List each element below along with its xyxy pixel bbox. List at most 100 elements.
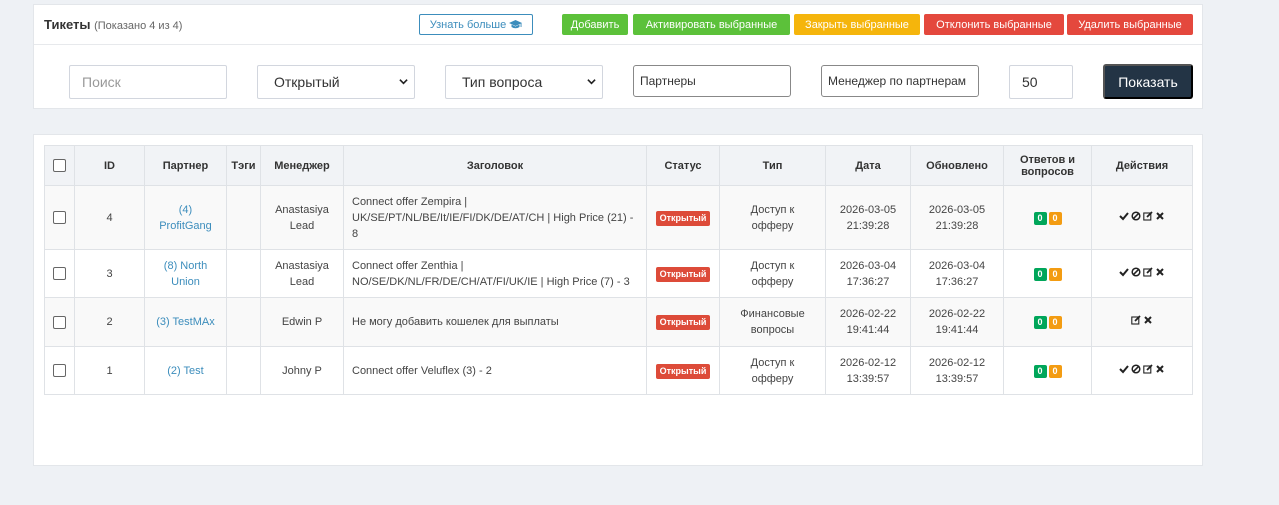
table-row: 4 (4) ProfitGang Anastasiya Lead Connect o… — [44, 185, 1193, 250]
ticket-title[interactable]: Connect offer Veluflex (3) - 2 — [343, 346, 647, 395]
ban-icon[interactable] — [1131, 210, 1141, 221]
status-select-value: Открытый — [274, 74, 340, 90]
add-button[interactable]: Добавить — [562, 14, 628, 35]
questions-count-badge: 0 — [1048, 211, 1062, 225]
answers-count-badge: 0 — [1033, 316, 1047, 329]
manager-cell: Johny P — [260, 346, 344, 395]
ban-icon[interactable] — [1131, 266, 1141, 277]
row-checkbox[interactable] — [53, 211, 66, 225]
close-icon[interactable] — [1143, 315, 1153, 325]
edit-icon[interactable] — [1143, 266, 1153, 277]
edit-icon[interactable] — [1131, 315, 1141, 325]
partner-link[interactable]: (2) Test — [167, 365, 203, 377]
date-cell: 2026-02-22 19:41:44 — [825, 297, 911, 347]
show-button[interactable]: Показать — [1103, 64, 1193, 99]
updated-line2: 21:39:28 — [935, 219, 979, 232]
select-all-checkbox[interactable] — [53, 159, 66, 172]
col-date[interactable]: Дата — [825, 145, 911, 186]
type-line2: вопросы — [750, 324, 795, 336]
edit-icon[interactable] — [1143, 210, 1153, 221]
col-replies[interactable]: Ответов и вопросов — [1003, 145, 1092, 186]
search-input[interactable]: Поиск — [69, 65, 227, 99]
col-updated[interactable]: Обновлено — [910, 145, 1004, 186]
updated-line1: 2026-03-05 — [928, 203, 986, 216]
row-select-cell — [44, 185, 75, 250]
reject-selected-button[interactable]: Отклонить выбранные — [924, 14, 1064, 35]
updated-cell: 2026-02-22 19:41:44 — [910, 297, 1004, 347]
tickets-count: (Показано 4 из 4) — [94, 20, 183, 32]
col-status[interactable]: Статус — [646, 145, 720, 186]
answers-count-badge: 0 — [1033, 364, 1047, 378]
col-tags[interactable]: Тэги — [226, 145, 261, 186]
questions-count-badge: 0 — [1048, 316, 1062, 329]
manager-line2: Lead — [289, 275, 315, 288]
row-select-cell — [44, 297, 75, 347]
question-type-select[interactable]: Тип вопроса — [445, 65, 603, 99]
learn-more-button[interactable]: Узнать больше — [419, 14, 533, 35]
status-cell: Открытый — [646, 185, 720, 250]
questions-count-badge: 0 — [1048, 364, 1062, 378]
close-icon[interactable] — [1155, 267, 1165, 277]
date-line2: 17:36:27 — [846, 275, 890, 288]
tickets-table-panel: ID Партнер Тэги Менеджер Заголовок Стату… — [33, 134, 1203, 466]
type-line1: Доступ к — [750, 356, 795, 369]
actions-cell — [1091, 185, 1193, 250]
limit-input[interactable]: 50 — [1009, 65, 1073, 99]
partner-cell: (8) North Union — [144, 249, 227, 298]
row-checkbox[interactable] — [53, 267, 66, 281]
actions-cell — [1091, 297, 1193, 347]
date-cell: 2026-02-12 13:39:57 — [825, 346, 911, 395]
check-icon[interactable] — [1119, 267, 1129, 277]
row-checkbox[interactable] — [53, 315, 66, 329]
col-manager[interactable]: Менеджер — [260, 145, 344, 186]
manager-line1: Anastasiya — [275, 203, 329, 216]
updated-line1: 2026-02-22 — [928, 308, 986, 320]
replies-cell: 00 — [1003, 346, 1092, 395]
type-cell: Доступ к офферу — [719, 249, 826, 298]
ticket-title[interactable]: Connect offer Zempira | UK/SE/PT/NL/BE/I… — [343, 185, 647, 250]
col-id[interactable]: ID — [74, 145, 145, 186]
partners-input[interactable]: Партнеры — [633, 65, 791, 97]
col-type[interactable]: Тип — [719, 145, 826, 186]
ticket-title[interactable]: Connect offer Zenthia | NO/SE/DK/NL/FR/D… — [343, 249, 647, 298]
close-icon[interactable] — [1155, 211, 1165, 221]
ban-icon[interactable] — [1131, 363, 1141, 374]
date-line2: 19:41:44 — [846, 324, 890, 336]
manager-input[interactable]: Менеджер по партнерам — [821, 65, 979, 97]
delete-selected-button[interactable]: Удалить выбранные — [1067, 14, 1193, 35]
check-icon[interactable] — [1119, 364, 1129, 374]
status-cell: Открытый — [646, 346, 720, 395]
close-icon[interactable] — [1155, 364, 1165, 374]
partner-link[interactable]: (4) ProfitGang — [159, 204, 212, 232]
type-line2: офферу — [751, 275, 794, 288]
col-partner[interactable]: Партнер — [144, 145, 227, 186]
partner-link[interactable]: (8) North Union — [164, 260, 207, 288]
answers-count-badge: 0 — [1033, 211, 1047, 225]
edit-icon[interactable] — [1143, 363, 1153, 374]
updated-cell: 2026-02-12 13:39:57 — [910, 346, 1004, 395]
partner-link[interactable]: (3) TestMAx — [156, 316, 214, 328]
status-badge: Открытый — [655, 363, 711, 379]
row-checkbox[interactable] — [53, 364, 66, 378]
col-title[interactable]: Заголовок — [343, 145, 647, 186]
chevron-down-icon — [399, 79, 408, 85]
status-select[interactable]: Открытый — [257, 65, 415, 99]
check-icon[interactable] — [1119, 211, 1129, 221]
page-title: Тикеты (Показано 4 из 4) — [44, 17, 182, 32]
date-line1: 2026-03-05 — [839, 203, 897, 216]
tags-cell — [226, 297, 261, 347]
close-selected-button[interactable]: Закрыть выбранные — [794, 14, 920, 35]
ticket-id: 1 — [74, 346, 145, 395]
partner-cell: (3) TestMAx — [144, 297, 227, 347]
select-all-header — [44, 145, 75, 186]
date-line1: 2026-02-12 — [839, 356, 897, 369]
table-header-row: ID Партнер Тэги Менеджер Заголовок Стату… — [44, 145, 1193, 186]
replies-cell: 00 — [1003, 185, 1092, 250]
activate-selected-button[interactable]: Активировать выбранные — [633, 14, 790, 35]
page-title-text: Тикеты — [44, 17, 91, 32]
question-type-value: Тип вопроса — [462, 74, 543, 90]
status-cell: Открытый — [646, 297, 720, 347]
partner-cell: (2) Test — [144, 346, 227, 395]
status-cell: Открытый — [646, 249, 720, 298]
ticket-title[interactable]: Не могу добавить кошелек для выплаты — [343, 297, 647, 347]
